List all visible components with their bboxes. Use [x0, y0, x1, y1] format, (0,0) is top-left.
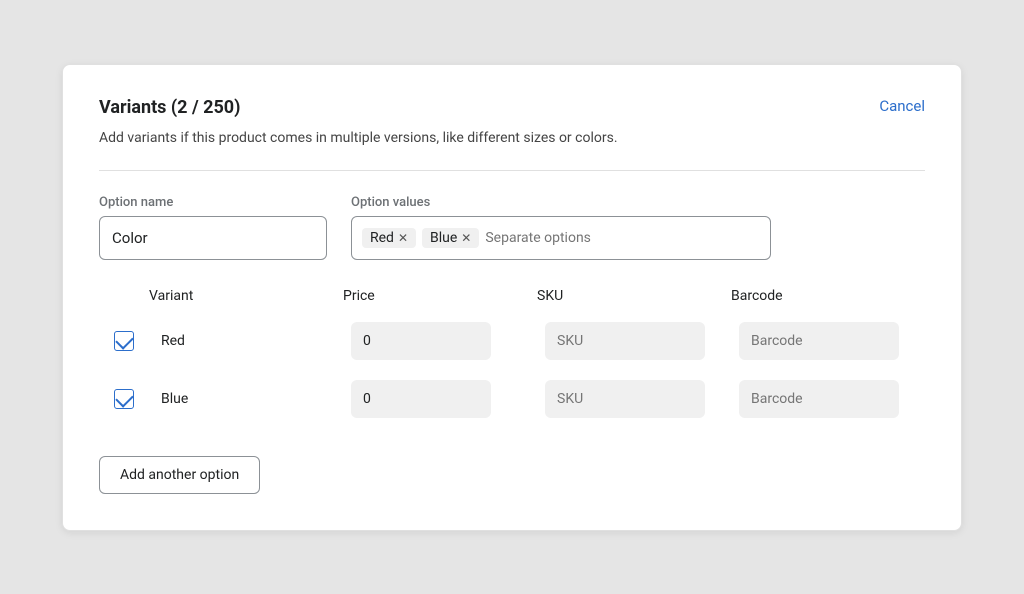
row-blue-price-input[interactable]: [351, 380, 491, 418]
option-values-field[interactable]: Red ✕ Blue ✕: [351, 216, 771, 260]
row-blue-checkbox[interactable]: [114, 389, 134, 409]
col-header-price: Price: [343, 288, 537, 304]
row-red-sku-cell: [545, 322, 731, 360]
row-red-sku-input[interactable]: [545, 322, 705, 360]
tag-red: Red ✕: [362, 228, 416, 248]
modal-title: Variants (2 / 250): [99, 97, 240, 118]
tag-red-remove[interactable]: ✕: [398, 231, 408, 245]
row-red-barcode-input[interactable]: [739, 322, 899, 360]
option-name-group: Option name: [99, 195, 327, 260]
option-values-label: Option values: [351, 195, 771, 210]
option-values-group: Option values Red ✕ Blue ✕: [351, 195, 771, 260]
cancel-button[interactable]: Cancel: [879, 97, 925, 115]
col-header-variant: Variant: [149, 288, 343, 304]
table-row: Blue: [99, 370, 925, 428]
option-fields-row: Option name Option values Red ✕ Blue ✕: [99, 195, 925, 260]
tag-blue-remove[interactable]: ✕: [461, 231, 471, 245]
option-values-input[interactable]: [485, 230, 760, 246]
row-blue-sku-cell: [545, 380, 731, 418]
tag-red-label: Red: [370, 230, 394, 246]
row-red-checkbox[interactable]: [114, 331, 134, 351]
tag-blue-label: Blue: [430, 230, 457, 246]
table-header-row: Variant Price SKU Barcode: [99, 288, 925, 312]
row-red-checkbox-cell: [99, 331, 149, 351]
row-red-price-input[interactable]: [351, 322, 491, 360]
variants-modal: Variants (2 / 250) Cancel Add variants i…: [62, 64, 962, 531]
row-red-name: Red: [157, 333, 343, 349]
row-blue-barcode-cell: [739, 380, 925, 418]
col-header-sku: SKU: [537, 288, 731, 304]
section-divider: [99, 170, 925, 171]
row-blue-name: Blue: [157, 391, 343, 407]
table-row: Red: [99, 312, 925, 370]
row-red-barcode-cell: [739, 322, 925, 360]
variants-table: Variant Price SKU Barcode Red: [99, 288, 925, 428]
add-another-option-button[interactable]: Add another option: [99, 456, 260, 494]
modal-header: Variants (2 / 250) Cancel: [99, 97, 925, 118]
option-name-label: Option name: [99, 195, 327, 210]
tag-blue: Blue ✕: [422, 228, 479, 248]
row-blue-price-cell: [351, 380, 537, 418]
row-blue-checkbox-cell: [99, 389, 149, 409]
row-blue-sku-input[interactable]: [545, 380, 705, 418]
modal-description: Add variants if this product comes in mu…: [99, 130, 925, 146]
option-name-input[interactable]: [99, 216, 327, 260]
row-red-price-cell: [351, 322, 537, 360]
col-header-barcode: Barcode: [731, 288, 925, 304]
row-blue-barcode-input[interactable]: [739, 380, 899, 418]
